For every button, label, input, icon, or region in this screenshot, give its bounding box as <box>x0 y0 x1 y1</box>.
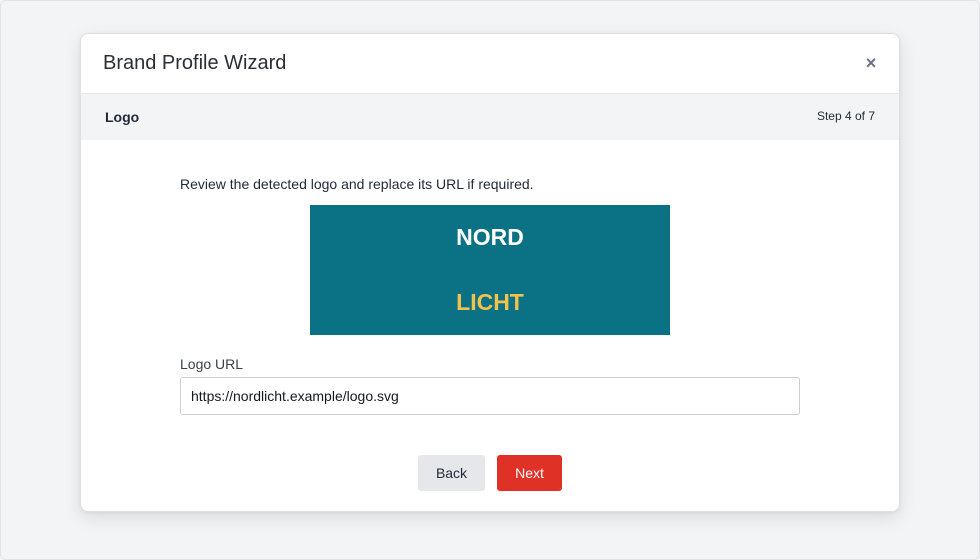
step-progress: Step 4 of 7 <box>816 109 875 123</box>
dialog-title: Brand Profile Wizard <box>103 52 287 74</box>
logo-url-label: Logo URL <box>180 356 244 372</box>
step-header: Logo Step 4 of 7 <box>81 94 899 140</box>
step-name: Logo <box>105 109 140 125</box>
wizard-dialog: Brand Profile Wizard × Logo Step 4 of 7 … <box>80 33 900 512</box>
next-button[interactable]: Next <box>497 455 562 491</box>
logo-text-line2: LICHT <box>456 289 524 315</box>
close-icon[interactable]: × <box>861 53 881 73</box>
logo-text-line1: NORD <box>456 224 524 250</box>
back-button[interactable]: Back <box>418 455 485 491</box>
logo-preview: NORD LICHT <box>310 205 670 335</box>
logo-url-input[interactable] <box>180 377 800 415</box>
dialog-header: Brand Profile Wizard × <box>81 34 899 94</box>
instruction-text: Review the detected logo and replace its… <box>180 176 534 192</box>
